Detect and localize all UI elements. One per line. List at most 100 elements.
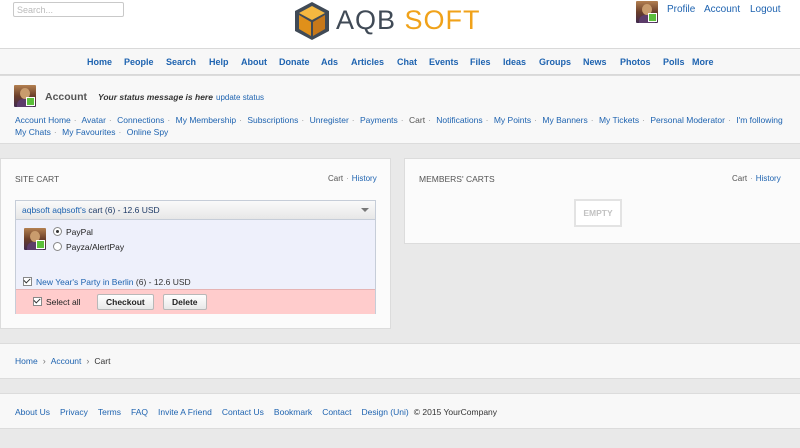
payza-label: Payza/AlertPay	[66, 242, 125, 252]
members-carts-tabs: Cart · History	[732, 174, 781, 183]
payment-option-payza[interactable]: Payza/AlertPay	[53, 242, 124, 252]
footer: About Us Privacy Terms FAQ Invite A Friend Co…	[0, 393, 800, 429]
chevron-down-icon[interactable]	[361, 208, 369, 212]
tab-history[interactable]: History	[352, 174, 377, 183]
header: AQB SOFT Profile Account Logout	[0, 0, 800, 48]
nav-files[interactable]: Files	[470, 57, 491, 67]
footer-invite-friend[interactable]: Invite A Friend	[158, 407, 212, 417]
online-status-icon	[36, 240, 45, 249]
paypal-label: PayPal	[66, 227, 93, 237]
select-all[interactable]: Select all	[33, 297, 81, 307]
footer-links: About Us Privacy Terms FAQ Invite A Friend Co…	[15, 407, 497, 417]
tab-cart[interactable]: Cart	[732, 174, 747, 183]
footer-contact-us[interactable]: Contact Us	[222, 407, 264, 417]
nav-articles[interactable]: Articles	[351, 57, 384, 67]
account-link-subscriptions[interactable]: Subscriptions	[247, 115, 298, 125]
tab-cart[interactable]: Cart	[328, 174, 343, 183]
account-link-home[interactable]: Account Home	[15, 115, 71, 125]
select-all-checkbox[interactable]	[33, 297, 42, 306]
breadcrumb: Home › Account › Cart	[15, 356, 110, 366]
update-status-link[interactable]: update status	[216, 93, 264, 102]
account-link-favourites[interactable]: My Favourites	[62, 127, 115, 137]
payza-radio[interactable]	[53, 242, 62, 251]
select-all-label: Select all	[46, 297, 81, 307]
nav-photos[interactable]: Photos	[620, 57, 651, 67]
footer-about-us[interactable]: About Us	[15, 407, 50, 417]
account-link-points[interactable]: My Points	[494, 115, 531, 125]
account-link-unregister[interactable]: Unregister	[310, 115, 349, 125]
nav-people[interactable]: People	[124, 57, 154, 67]
site-cart-title: SITE CART	[15, 174, 60, 184]
vendor-avatar[interactable]	[24, 228, 46, 250]
nav-chat[interactable]: Chat	[397, 57, 417, 67]
vendor-cart: aqbsoft aqbsoft's cart (6) - 12.6 USD Pa…	[15, 200, 376, 314]
footer-contact[interactable]: Contact	[322, 407, 351, 417]
vendor-cart-total: cart (6) - 12.6 USD	[86, 205, 160, 215]
paypal-radio[interactable]	[53, 227, 62, 236]
footer-faq[interactable]: FAQ	[131, 407, 148, 417]
logout-link[interactable]: Logout	[750, 4, 781, 15]
account-link-payments[interactable]: Payments	[360, 115, 398, 125]
account-link-membership[interactable]: My Membership	[176, 115, 236, 125]
account-link-tickets[interactable]: My Tickets	[599, 115, 639, 125]
nav-home[interactable]: Home	[87, 57, 112, 67]
nav-polls[interactable]: Polls	[663, 57, 685, 67]
account-panel: Account Your status message is here upda…	[0, 75, 800, 144]
account-link-online-spy[interactable]: Online Spy	[127, 127, 169, 137]
account-link-chats[interactable]: My Chats	[15, 127, 51, 137]
nav-ideas[interactable]: Ideas	[503, 57, 526, 67]
site-cart-tabs: Cart · History	[328, 174, 377, 183]
main-nav: Home People Search Help About Donate Ads…	[0, 48, 800, 75]
profile-link[interactable]: Profile	[667, 4, 695, 15]
online-status-icon	[26, 97, 35, 106]
account-link-connections[interactable]: Connections	[117, 115, 164, 125]
item-price: (6) - 12.6 USD	[133, 277, 191, 287]
account-link[interactable]: Account	[704, 4, 740, 15]
item-checkbox[interactable]	[23, 277, 32, 286]
breadcrumb-account[interactable]: Account	[51, 356, 82, 366]
nav-help[interactable]: Help	[209, 57, 229, 67]
account-link-cart: Cart	[409, 115, 426, 125]
account-link-avatar[interactable]: Avatar	[82, 115, 106, 125]
empty-badge: EMPTY	[574, 199, 622, 227]
account-title: Account	[45, 91, 87, 103]
delete-button[interactable]: Delete	[163, 294, 207, 310]
online-status-icon	[648, 13, 657, 22]
account-menu: Account Home · Avatar · Connections · My Me…	[15, 115, 783, 137]
vendor-link[interactable]: aqbsoft aqbsoft's	[22, 205, 86, 215]
account-link-notifications[interactable]: Notifications	[436, 115, 482, 125]
vendor-cart-header[interactable]: aqbsoft aqbsoft's cart (6) - 12.6 USD	[16, 201, 375, 220]
tab-history[interactable]: History	[756, 174, 781, 183]
breadcrumb-panel: Home › Account › Cart	[0, 343, 800, 379]
nav-donate[interactable]: Donate	[279, 57, 310, 67]
footer-design[interactable]: Design (Uni)	[361, 407, 408, 417]
account-link-moderator[interactable]: Personal Moderator	[650, 115, 725, 125]
logo-text-soft: SOFT	[404, 5, 481, 35]
nav-news[interactable]: News	[583, 57, 607, 67]
item-name-link[interactable]: New Year's Party in Berlin	[36, 277, 134, 287]
search-input[interactable]	[13, 2, 124, 17]
account-avatar[interactable]	[14, 85, 36, 107]
footer-privacy[interactable]: Privacy	[60, 407, 88, 417]
logo-text: AQB SOFT	[336, 5, 481, 35]
cube-logo-icon	[295, 2, 329, 40]
nav-ads[interactable]: Ads	[321, 57, 338, 67]
footer-terms[interactable]: Terms	[98, 407, 121, 417]
nav-about[interactable]: About	[241, 57, 267, 67]
copyright: © 2015 YourCompany	[413, 407, 498, 417]
vendor-cart-summary: aqbsoft aqbsoft's cart (6) - 12.6 USD	[22, 205, 160, 215]
nav-events[interactable]: Events	[429, 57, 459, 67]
account-link-following[interactable]: I'm following	[736, 115, 783, 125]
nav-more[interactable]: More	[692, 57, 714, 67]
breadcrumb-home[interactable]: Home	[15, 356, 38, 366]
checkout-button[interactable]: Checkout	[97, 294, 154, 310]
user-avatar[interactable]	[636, 1, 658, 23]
nav-groups[interactable]: Groups	[539, 57, 571, 67]
cart-actions-bar: Select all Checkout Delete	[16, 289, 375, 314]
nav-search[interactable]: Search	[166, 57, 196, 67]
footer-bookmark[interactable]: Bookmark	[274, 407, 312, 417]
account-link-banners[interactable]: My Banners	[542, 115, 587, 125]
cart-item-row: New Year's Party in Berlin (6) - 12.6 US…	[23, 277, 191, 287]
payment-option-paypal[interactable]: PayPal	[53, 227, 93, 237]
breadcrumb-cart: Cart	[94, 356, 111, 366]
